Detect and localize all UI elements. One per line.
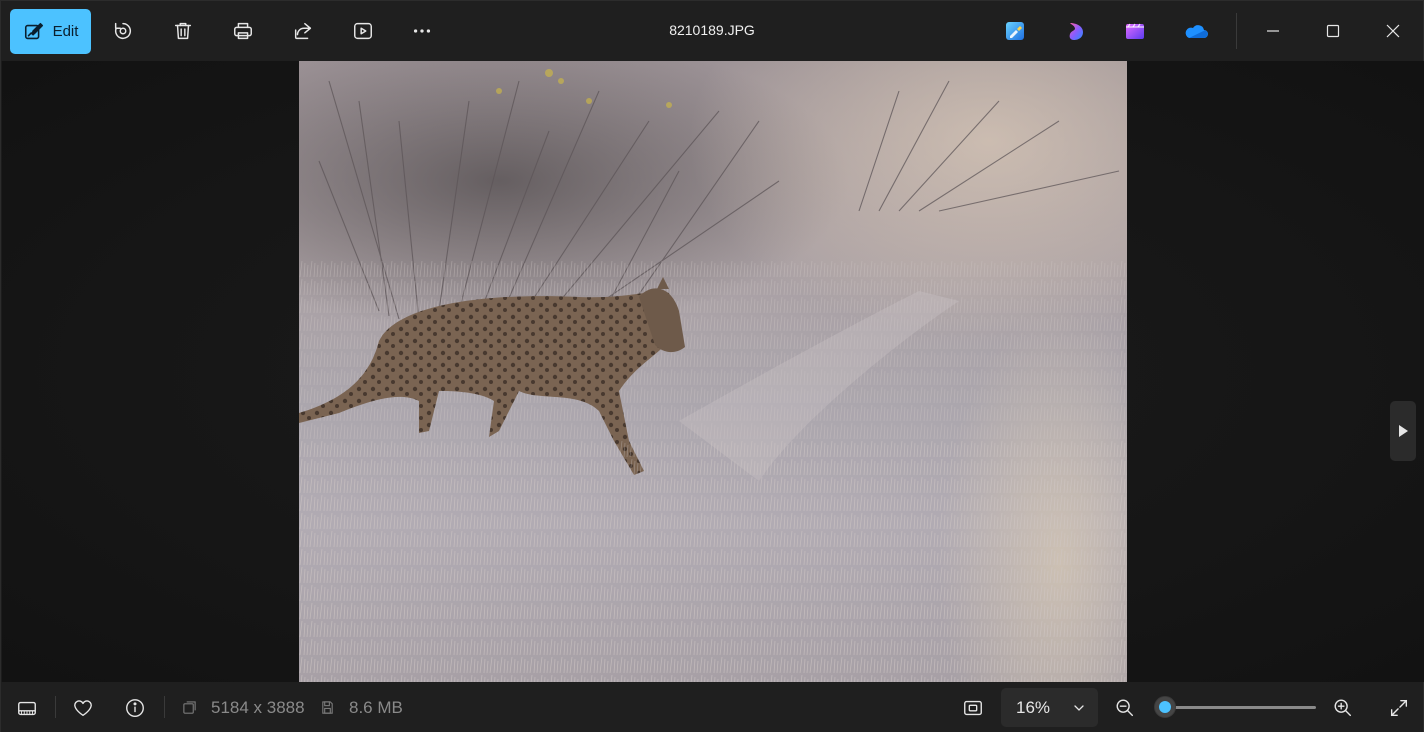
statusbar-separator [164, 696, 165, 718]
rotate-button[interactable] [108, 16, 138, 46]
delete-icon [174, 22, 192, 40]
toolbar-divider [1236, 13, 1237, 49]
delete-button[interactable] [168, 16, 198, 46]
slideshow-icon [354, 22, 372, 40]
image-dimensions: 5184 x 3888 [211, 698, 305, 717]
chevron-down-icon [1074, 705, 1084, 711]
minimize-icon [1267, 30, 1279, 32]
share-button[interactable] [288, 16, 318, 46]
bottom-statusbar: 5184 x 3888 8.6 MB 16% [1, 682, 1423, 732]
photos-window: Edit 8210189.JPG 5184 x 3888 8.6 MB 16% [0, 0, 1424, 732]
rotate-icon [114, 22, 132, 39]
save-disk-icon [319, 699, 335, 715]
zoom-in-icon [1334, 699, 1352, 717]
chevron-right-icon [1399, 425, 1408, 437]
edit-button[interactable]: Edit [10, 9, 91, 54]
print-button[interactable] [228, 16, 258, 46]
file-size: 8.6 MB [349, 698, 403, 717]
paint-app-icon [1006, 22, 1024, 40]
paint-app-button[interactable] [1003, 19, 1027, 43]
close-button[interactable] [1373, 11, 1413, 51]
dimensions-icon [181, 699, 197, 715]
zoom-slider-thumb[interactable] [1154, 696, 1176, 718]
leopard-illustration [299, 69, 1127, 682]
close-icon [1386, 24, 1400, 38]
slideshow-button[interactable] [348, 16, 378, 46]
clipchamp-app-button[interactable] [1123, 19, 1147, 43]
zoom-dropdown[interactable]: 16% [1001, 688, 1098, 727]
maximize-icon [1326, 24, 1340, 38]
edit-icon [24, 22, 43, 39]
full-screen-button[interactable] [1387, 696, 1411, 720]
more-icon [413, 29, 431, 33]
copilot-app-icon [1069, 23, 1083, 40]
photo-viewport[interactable] [2, 61, 1424, 682]
favorite-button[interactable] [71, 696, 95, 720]
clipchamp-app-icon [1126, 23, 1144, 39]
print-icon [234, 22, 252, 40]
onedrive-app-icon [1185, 25, 1208, 38]
statusbar-separator [55, 696, 56, 718]
filmstrip-icon [18, 701, 36, 716]
top-toolbar: Edit 8210189.JPG [1, 1, 1423, 61]
expand-icon [1390, 699, 1408, 717]
maximize-button[interactable] [1313, 11, 1353, 51]
zoom-slider-track[interactable] [1165, 706, 1316, 709]
zoom-value: 16% [1016, 697, 1051, 717]
file-info-button[interactable] [123, 696, 147, 720]
onedrive-app-button[interactable] [1182, 19, 1210, 43]
share-icon [294, 22, 312, 40]
fit-screen-icon [964, 700, 982, 716]
zoom-out-icon [1116, 699, 1134, 717]
fit-to-window-button[interactable] [961, 696, 985, 720]
edit-label: Edit [52, 23, 79, 40]
next-photo-button[interactable] [1390, 401, 1416, 461]
filmstrip-button[interactable] [15, 696, 39, 720]
zoom-in-button[interactable] [1331, 696, 1355, 720]
more-button[interactable] [407, 16, 437, 46]
zoom-out-button[interactable] [1113, 696, 1137, 720]
info-icon [126, 699, 144, 717]
heart-icon [74, 700, 92, 717]
copilot-app-button[interactable] [1064, 19, 1088, 43]
minimize-button[interactable] [1253, 11, 1293, 51]
photo-image [299, 61, 1127, 682]
